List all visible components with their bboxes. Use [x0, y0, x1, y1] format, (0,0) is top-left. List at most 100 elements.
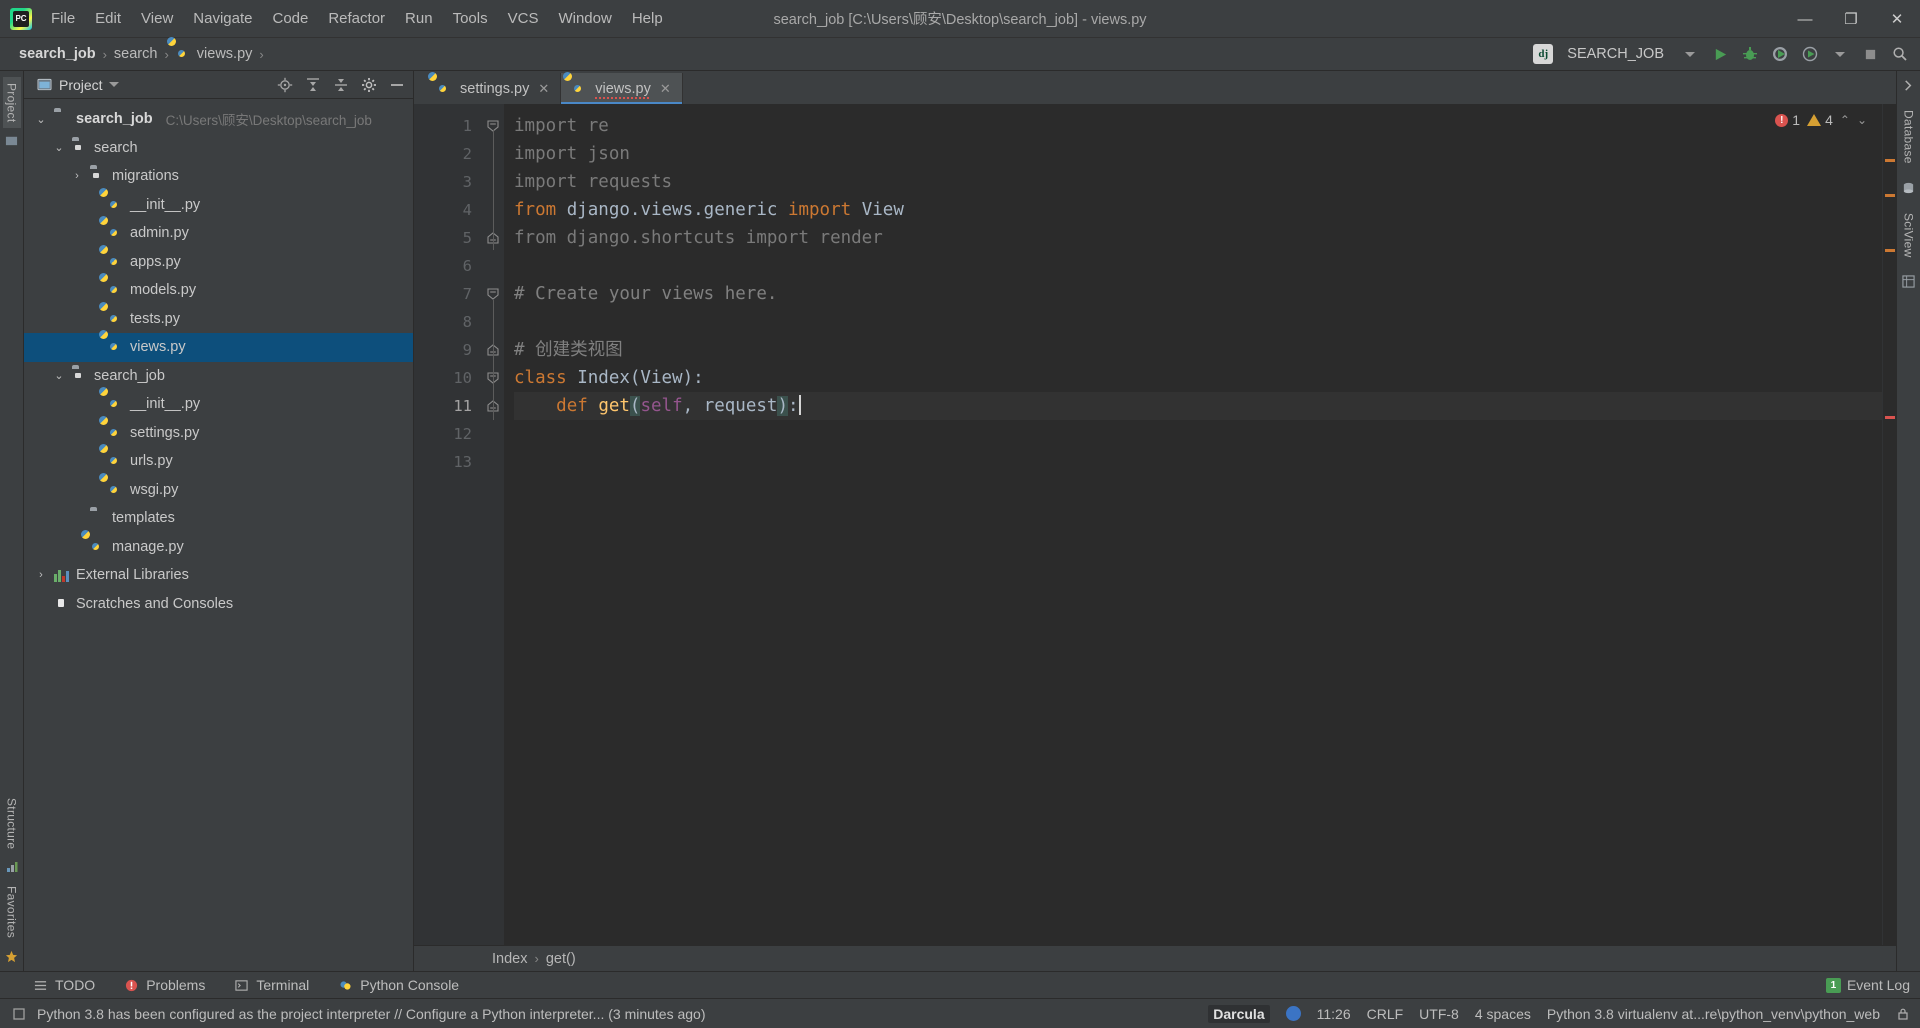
- debug-button[interactable]: [1738, 42, 1762, 66]
- code-line[interactable]: import re: [514, 112, 1882, 140]
- theme-indicator[interactable]: Darcula: [1208, 1004, 1270, 1023]
- code-line[interactable]: from django.shortcuts import render: [514, 224, 1882, 252]
- collapse-right-icon[interactable]: [1900, 77, 1917, 94]
- tree-item-tests-py[interactable]: tests.py: [24, 305, 413, 334]
- profile-dropdown-icon[interactable]: [1828, 42, 1852, 66]
- code-line[interactable]: [514, 308, 1882, 336]
- warning-count[interactable]: 4: [1807, 112, 1833, 128]
- tree-item-wsgi-py[interactable]: wsgi.py: [24, 476, 413, 505]
- tree-item-search-job[interactable]: ⌄ search_job: [24, 362, 413, 391]
- rail-button-database[interactable]: Database: [1900, 104, 1918, 170]
- rail-button-favorites[interactable]: Favorites: [3, 880, 21, 944]
- prev-problem-icon[interactable]: ⌃: [1840, 113, 1850, 127]
- code-content[interactable]: import re import json import requests from …: [504, 104, 1882, 945]
- menu-window[interactable]: Window: [549, 6, 620, 31]
- code-editor[interactable]: 1234567891011R1213 import reimport jsoni…: [414, 104, 1896, 945]
- editor-tab-settings-py[interactable]: settings.py ✕: [426, 73, 562, 104]
- rail-button-project[interactable]: Project: [2, 77, 21, 129]
- breadcrumb-class[interactable]: Index: [492, 951, 527, 967]
- close-tab-icon[interactable]: ✕: [538, 81, 549, 97]
- tree-item-migrations[interactable]: › migrations: [24, 162, 413, 191]
- tree-item--init-py[interactable]: __init__.py: [24, 390, 413, 419]
- tree-item-views-py[interactable]: views.py: [24, 333, 413, 362]
- run-with-coverage-button[interactable]: [1768, 42, 1792, 66]
- tree-item-manage-py[interactable]: manage.py: [24, 533, 413, 562]
- chevron-down-icon[interactable]: ⌄: [52, 141, 66, 154]
- indent-setting[interactable]: 4 spaces: [1475, 1006, 1531, 1022]
- breadcrumb-item-views[interactable]: views.py: [171, 44, 258, 64]
- menu-refactor[interactable]: Refactor: [319, 6, 394, 31]
- code-line[interactable]: # 创建类视图: [514, 336, 1882, 364]
- error-count[interactable]: 1: [1775, 112, 1800, 128]
- menu-code[interactable]: Code: [263, 6, 317, 31]
- tree-item-models-py[interactable]: models.py: [24, 276, 413, 305]
- menu-tools[interactable]: Tools: [444, 6, 497, 31]
- tree-item-urls-py[interactable]: urls.py: [24, 447, 413, 476]
- tree-item-scratches-and-consoles[interactable]: Scratches and Consoles: [24, 590, 413, 619]
- tool-button-terminal[interactable]: Terminal: [229, 975, 313, 996]
- marker-warning[interactable]: [1885, 159, 1895, 162]
- file-encoding[interactable]: UTF-8: [1419, 1006, 1459, 1022]
- menu-vcs[interactable]: VCS: [499, 6, 548, 31]
- run-configuration-selector[interactable]: SEARCH_JOB: [1559, 44, 1672, 64]
- search-everywhere-icon[interactable]: [1888, 42, 1912, 66]
- editor-tab-views-py[interactable]: views.py ✕: [561, 73, 683, 104]
- run-config-dropdown-icon[interactable]: [1678, 42, 1702, 66]
- tree-item-settings-py[interactable]: settings.py: [24, 419, 413, 448]
- code-line[interactable]: [514, 448, 1882, 476]
- code-line[interactable]: [514, 420, 1882, 448]
- tool-button-python-console[interactable]: Python Console: [333, 975, 463, 996]
- breadcrumb-item-project[interactable]: search_job: [14, 44, 101, 64]
- breadcrumb-method[interactable]: get(): [546, 951, 576, 967]
- hide-panel-icon[interactable]: [388, 76, 405, 93]
- tree-item-external-libraries[interactable]: › External Libraries: [24, 561, 413, 590]
- collapse-all-icon[interactable]: [332, 76, 349, 93]
- menu-edit[interactable]: Edit: [86, 6, 130, 31]
- python-interpreter[interactable]: Python 3.8 virtualenv at...re\python_ven…: [1547, 1006, 1880, 1022]
- code-line[interactable]: import json: [514, 140, 1882, 168]
- menu-file[interactable]: File: [42, 6, 84, 31]
- tree-item-admin-py[interactable]: admin.py: [24, 219, 413, 248]
- next-problem-icon[interactable]: ⌄: [1857, 113, 1867, 127]
- tool-button-problems[interactable]: Problems: [119, 975, 209, 996]
- menu-help[interactable]: Help: [623, 6, 672, 31]
- tree-item--init-py[interactable]: __init__.py: [24, 191, 413, 220]
- chevron-right-icon[interactable]: ›: [34, 569, 48, 581]
- chevron-right-icon[interactable]: ›: [70, 170, 84, 182]
- theme-color-icon[interactable]: [1285, 1006, 1301, 1021]
- close-button[interactable]: ✕: [1874, 0, 1920, 38]
- tree-item-apps-py[interactable]: apps.py: [24, 248, 413, 277]
- code-line[interactable]: def get(self, request):: [514, 392, 1882, 420]
- rail-button-sciview[interactable]: SciView: [1900, 207, 1918, 264]
- chevron-down-icon[interactable]: ⌄: [34, 113, 48, 126]
- django-icon[interactable]: dj: [1533, 44, 1554, 64]
- status-message[interactable]: Python 3.8 has been configured as the pr…: [37, 1006, 706, 1022]
- marker-error[interactable]: [1885, 416, 1895, 419]
- marker-warning[interactable]: [1885, 194, 1895, 197]
- marker-warning[interactable]: [1885, 249, 1895, 252]
- event-log-button[interactable]: 1 Event Log: [1825, 977, 1910, 993]
- project-panel-dropdown-icon[interactable]: [108, 82, 119, 87]
- tree-item-search-job[interactable]: ⌄ search_job C:\Users\顾安\Desktop\search_jo…: [24, 105, 413, 134]
- fold-gutter[interactable]: [482, 104, 504, 945]
- code-line[interactable]: [514, 252, 1882, 280]
- close-tab-icon[interactable]: ✕: [660, 81, 671, 97]
- expand-all-icon[interactable]: [304, 76, 321, 93]
- project-tree[interactable]: ⌄ search_job C:\Users\顾安\Desktop\search_jo…: [24, 99, 413, 971]
- stop-button[interactable]: [1858, 42, 1882, 66]
- profile-button[interactable]: [1798, 42, 1822, 66]
- chevron-down-icon[interactable]: ⌄: [52, 369, 66, 382]
- lock-icon[interactable]: [1896, 1007, 1910, 1021]
- inspection-widget[interactable]: 1 4 ⌃ ⌄: [1770, 110, 1872, 130]
- rail-button-structure[interactable]: Structure: [3, 792, 21, 855]
- tree-item-search[interactable]: ⌄ search: [24, 134, 413, 163]
- code-line[interactable]: from django.views.generic import View: [514, 196, 1882, 224]
- menu-view[interactable]: View: [132, 6, 182, 31]
- minimize-button[interactable]: —: [1782, 0, 1828, 38]
- line-separator[interactable]: CRLF: [1367, 1006, 1404, 1022]
- maximize-button[interactable]: ❐: [1828, 0, 1874, 38]
- code-line[interactable]: import requests: [514, 168, 1882, 196]
- breadcrumb-item-search[interactable]: search: [109, 44, 163, 64]
- caret-position[interactable]: 11:26: [1317, 1006, 1351, 1022]
- code-line[interactable]: class Index(View):: [514, 364, 1882, 392]
